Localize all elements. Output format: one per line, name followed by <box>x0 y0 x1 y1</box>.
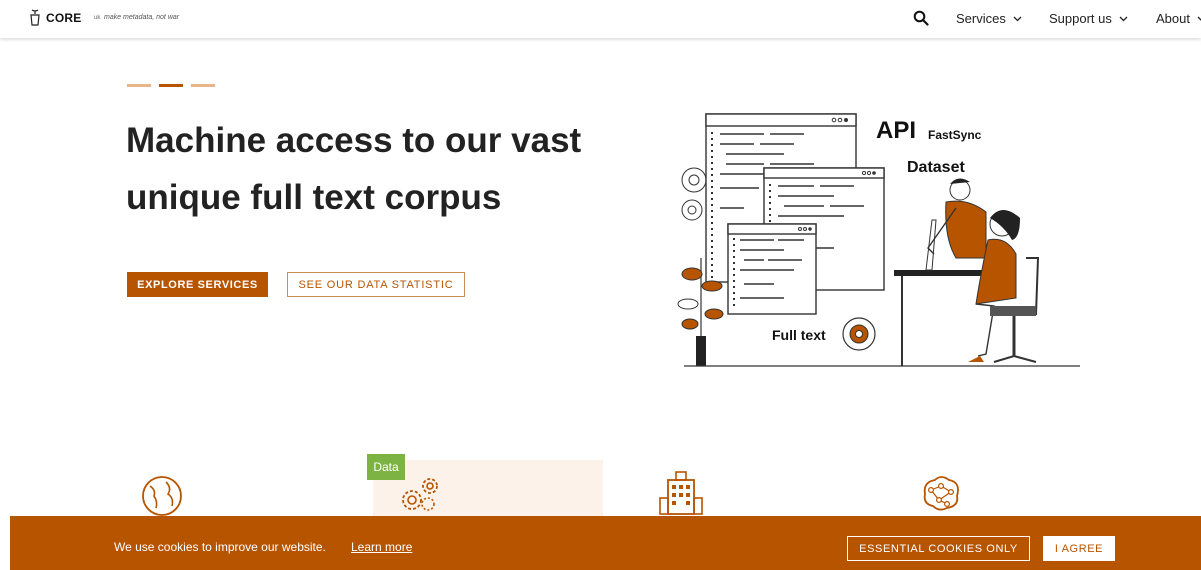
decor-dash <box>191 84 215 87</box>
brain-network-icon <box>923 476 959 511</box>
core-logo[interactable]: CORE <box>28 9 81 27</box>
chevron-down-icon <box>1197 16 1201 21</box>
language-switch[interactable]: uk <box>94 15 100 21</box>
fastsync-label: FastSync <box>928 128 982 142</box>
globe-icon <box>142 476 182 516</box>
core-apple-icon <box>30 9 40 26</box>
site-header: CORE uk make metadata, not war Services … <box>0 0 1201 38</box>
sync-gear-icon <box>842 317 876 351</box>
nav-about[interactable]: About <box>1156 11 1201 26</box>
building-icon <box>659 471 703 515</box>
nav-support-us-label: Support us <box>1049 11 1112 26</box>
nav-services[interactable]: Services <box>956 11 1022 26</box>
logo-text: CORE <box>46 11 82 25</box>
hero-title-line2: unique full text corpus <box>126 178 502 217</box>
code-window <box>727 223 817 315</box>
essential-cookies-button[interactable]: ESSENTIAL COOKIES ONLY <box>847 536 1030 561</box>
api-label: API <box>876 117 916 144</box>
data-statistic-button[interactable]: SEE OUR DATA STATISTIC <box>287 272 465 297</box>
hero-title-line1: Machine access to our vast <box>126 121 582 160</box>
fulltext-label: Full text <box>772 327 826 343</box>
hero-illustration: API FastSync Dataset Full text <box>677 113 1080 367</box>
explore-services-button[interactable]: EXPLORE SERVICES <box>127 272 268 297</box>
tagline: make metadata, not war <box>104 14 180 21</box>
chevron-down-icon <box>1013 16 1022 21</box>
search-icon[interactable] <box>913 10 929 26</box>
nav-support-us[interactable]: Support us <box>1049 11 1128 26</box>
dataset-label: Dataset <box>907 159 965 176</box>
gear-icon <box>681 167 707 221</box>
chevron-down-icon <box>1119 16 1128 21</box>
cookie-learn-more-link[interactable]: Learn more <box>351 540 412 554</box>
nav-services-label: Services <box>956 11 1006 26</box>
cookie-banner: We use cookies to improve our website. L… <box>10 516 1201 570</box>
gears-icon <box>402 478 438 511</box>
hero-title: Machine access to our vast unique full t… <box>126 112 646 226</box>
agree-cookies-button[interactable]: I AGREE <box>1043 536 1115 561</box>
decor-dash <box>159 84 183 87</box>
cookie-message: We use cookies to improve our website. <box>114 540 326 554</box>
decor-dash <box>127 84 151 87</box>
nav-about-label: About <box>1156 11 1190 26</box>
